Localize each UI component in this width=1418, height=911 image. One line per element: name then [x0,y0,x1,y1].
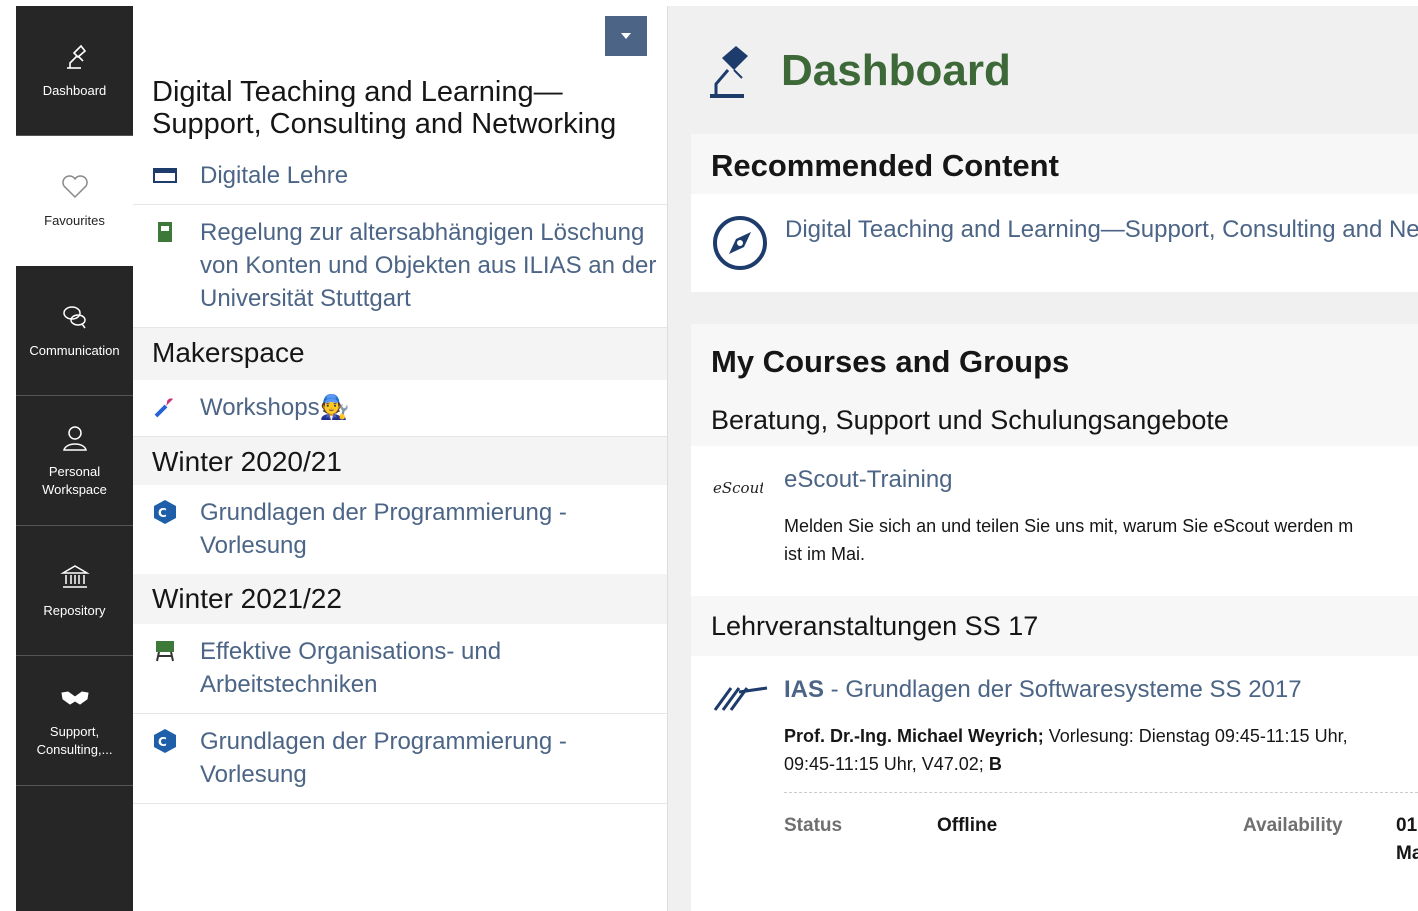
list-item-label: Workshops🧑‍🔧 [200,394,350,421]
course-description: Melden Sie sich an und teilen Sie uns mi… [784,512,1418,568]
list-item[interactable]: Digital Teaching and Learning—Support, C… [691,194,1418,277]
availability-label: Availability [1243,815,1343,836]
mainbar-item-personal-workspace[interactable]: Personal Workspace [16,396,133,526]
mainbar-item-support-consulting[interactable]: Support, Consulting,... [16,656,133,786]
mainbar-label: Personal Workspace [42,463,107,497]
course-item: IAS - Grundlagen der Softwaresysteme SS … [691,656,1418,864]
mainbar-label: Support, Consulting,... [36,723,113,757]
list-item[interactable]: C Grundlagen der Programmierung - Vorles… [133,485,667,574]
file-icon [152,219,178,245]
handshake-icon [60,690,89,705]
person-icon [62,425,87,451]
favourites-list: Digitale Lehre Regelung zur altersabhäng… [133,148,667,804]
lecturer-name: Prof. Dr.-Ing. Michael Weyrich; [784,726,1044,746]
slate-collapse-button[interactable] [605,16,647,56]
my-courses-panel: My Courses and Groups Beratung, Support … [691,324,1418,911]
recommended-item-link[interactable]: Digital Teaching and Learning—Support, C… [785,216,1418,244]
svg-text:C: C [158,735,167,749]
cpp-icon: C [152,499,178,525]
mainbar-item-repository[interactable]: Repository [16,526,133,656]
course-title-link[interactable]: eScout-Training [784,464,1418,496]
course-properties: Status Offline Availability 01 Ma [784,792,1418,864]
mainbar-item-dashboard[interactable]: Dashboard [16,6,133,136]
mainbar-item-favourites[interactable]: Favourites [16,136,133,266]
list-item-label: Effektive Organisations- und Arbeitstech… [200,638,502,698]
course-prefix: IAS [784,676,825,703]
classroom-icon [152,638,178,664]
wrench-icon [152,394,178,420]
status-label: Status [784,815,843,836]
favourites-slate: Digital Teaching and Learning—Support, C… [133,6,668,911]
group-heading: Winter 2021/22 [133,574,667,624]
slate-title: Digital Teaching and Learning—Support, C… [152,76,617,140]
category-icon [152,162,178,188]
description-text: Vorlesung: Dienstag 09:45-11:15 Uhr, [1043,726,1348,746]
group-heading: Winter 2020/21 [133,437,667,485]
course-title-link[interactable]: IAS - Grundlagen der Softwaresysteme SS … [784,674,1418,706]
lamp-icon [66,44,86,69]
description-line: ist im Mai. [784,544,865,564]
escouts-logo-icon: eScouts [713,476,773,505]
chat-bubbles-icon [62,305,86,328]
description-text: 09:45-11:15 Uhr, V47.02; [784,754,989,774]
list-item-label: Regelung zur altersabhängigen Löschung v… [200,219,657,312]
list-item[interactable]: Effektive Organisations- und Arbeitstech… [133,624,667,714]
main-content: Dashboard Recommended Content Digital Te… [668,6,1418,911]
mainbar-item-communication[interactable]: Communication [16,266,133,396]
list-item[interactable]: C Grundlagen der Programmierung - Vorles… [133,714,667,804]
availability-value: 01 [1396,815,1418,836]
list-item-label: Digitale Lehre [200,162,349,189]
availability-value: Ma [1396,843,1418,864]
cpp-icon: C [152,728,178,754]
course-title: - Grundlagen der Softwaresysteme SS 2017 [824,676,1302,703]
list-item[interactable]: Digitale Lehre [133,148,667,205]
panel-title: My Courses and Groups [711,344,1070,379]
compass-icon [711,214,769,277]
group-heading: Makerspace [133,328,667,380]
panel-title: Recommended Content [711,148,1059,183]
ias-logo-icon [713,682,769,717]
description-bold: B [988,754,1002,774]
svg-text:eScouts: eScouts [713,479,763,497]
recommended-content-panel: Recommended Content Digital Teaching and… [691,134,1418,292]
bank-icon [59,564,90,588]
main-bar: Dashboard Favourites Communication Perso… [16,6,133,911]
course-description: Prof. Dr.-Ing. Michael Weyrich; Vorlesun… [784,722,1418,778]
mainbar-label: Dashboard [42,82,107,98]
mainbar-label: Communication [29,342,120,358]
svg-text:C: C [158,506,167,520]
list-item-label: Grundlagen der Programmierung - Vorlesun… [200,728,567,788]
course-item: eScouts eScout-Training Melden Sie sich … [691,446,1418,596]
list-item[interactable]: Regelung zur altersabhängigen Löschung v… [133,205,667,328]
dashboard-lamp-icon [704,40,754,105]
list-item[interactable]: Workshops🧑‍🔧 [133,380,667,437]
page-title: Dashboard [781,46,1011,95]
heart-icon [61,175,88,199]
page-header: Dashboard [668,6,1418,134]
list-item-label: Grundlagen der Programmierung - Vorlesun… [200,499,567,559]
mainbar-label: Favourites [44,213,105,228]
mainbar-label: Repository [43,602,106,618]
group-heading: Beratung, Support und Schulungsangebote [691,394,1418,446]
description-line: Melden Sie sich an und teilen Sie uns mi… [784,516,1354,536]
status-value: Offline [937,815,998,836]
group-heading: Lehrveranstaltungen SS 17 [691,596,1418,656]
